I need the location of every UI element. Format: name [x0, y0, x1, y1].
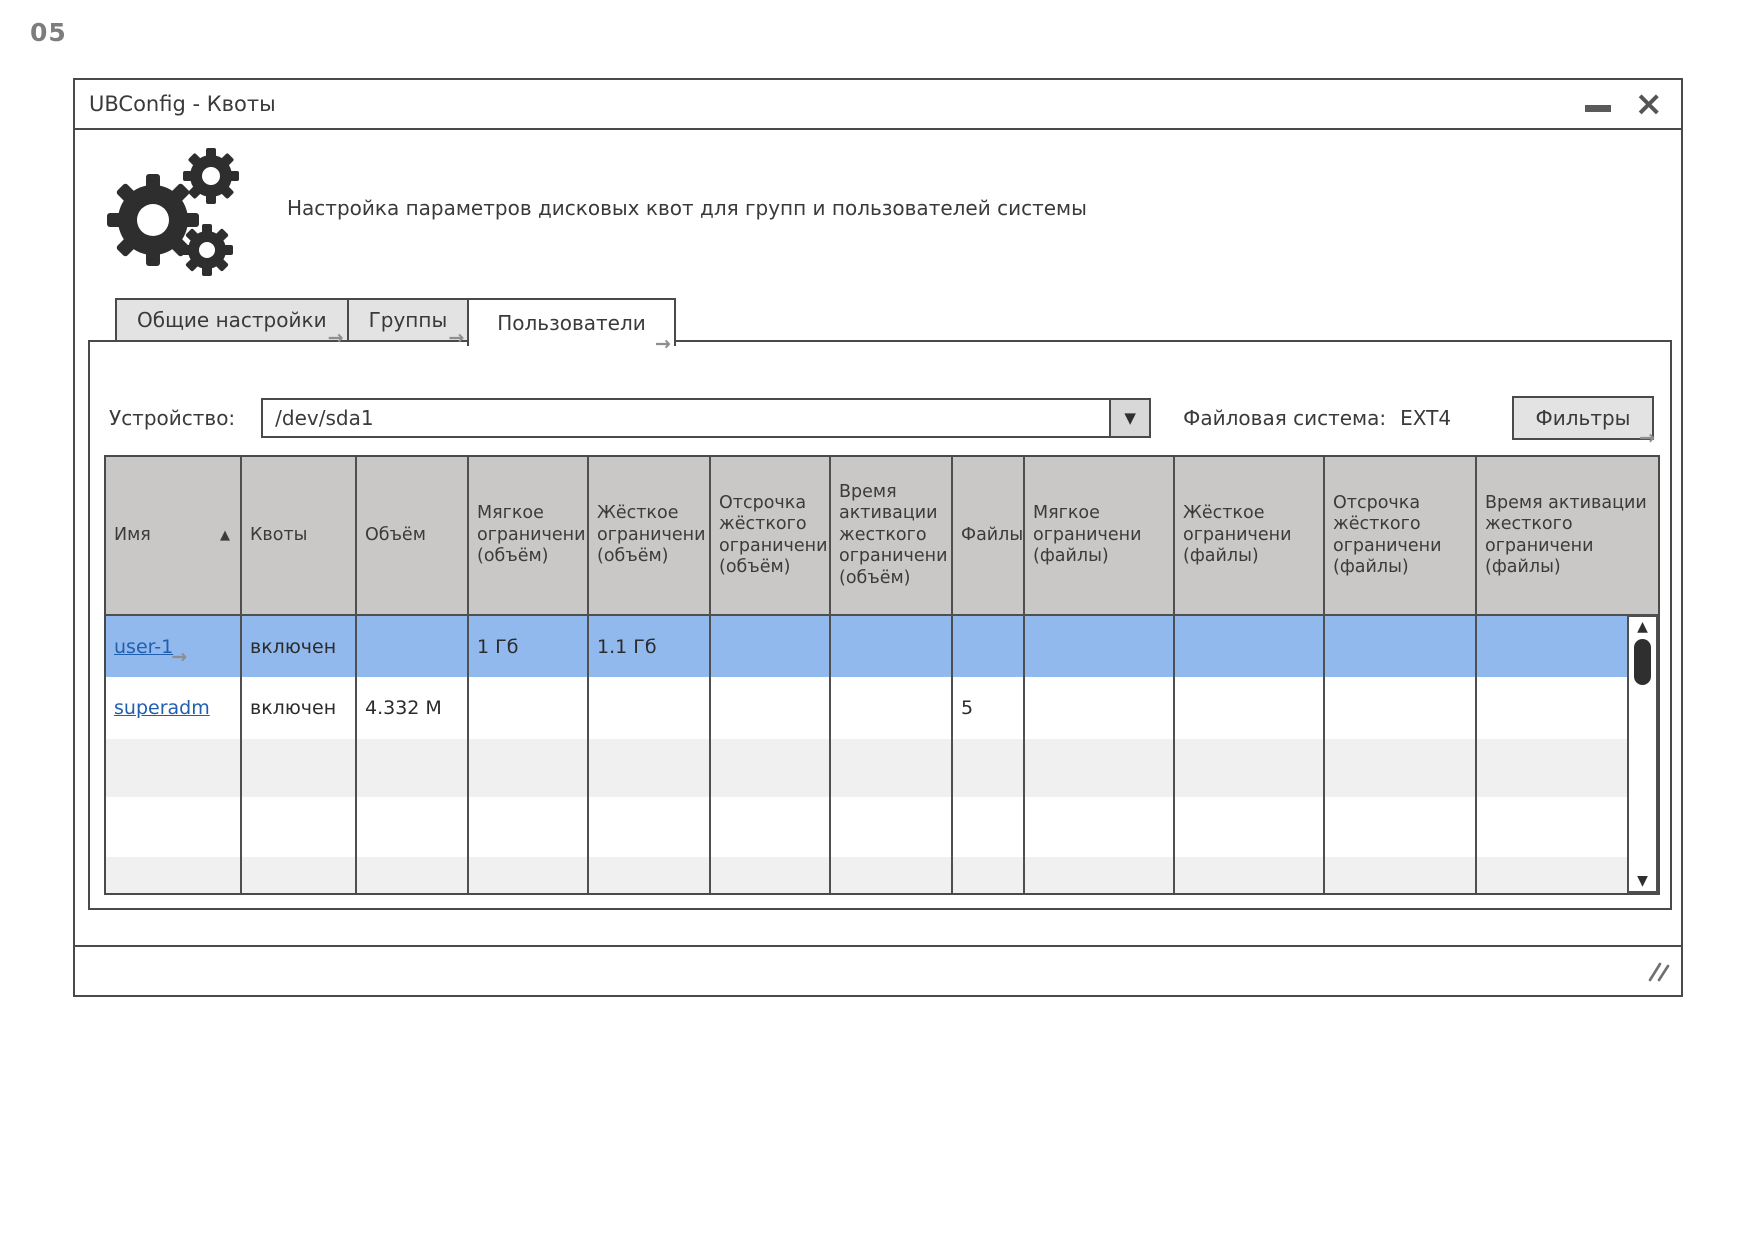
- column-header-grace-files[interactable]: Отсрочка жёсткого ограничени (файлы): [1323, 457, 1476, 616]
- filters-button[interactable]: Фильтры →: [1512, 396, 1655, 449]
- device-toolbar: Устройство: /dev/sda1 ▼ Файловая система…: [109, 396, 1655, 449]
- tab-users[interactable]: Пользователи →: [467, 298, 676, 355]
- scroll-up-icon[interactable]: ▲: [1637, 617, 1648, 637]
- empty-table-row: [106, 857, 1658, 893]
- link-arrow-icon: →: [654, 333, 671, 355]
- cell-hard-limit-volume: 1.1 Гб: [587, 615, 710, 677]
- tab-groups[interactable]: Группы →: [346, 298, 470, 349]
- user-link-label: user-1: [114, 635, 174, 658]
- cell-volume: 4.332 M: [355, 677, 468, 739]
- cell-grace-volume: [709, 677, 830, 739]
- cell-grace-files: [1323, 677, 1476, 739]
- column-header-quotas[interactable]: Квоты: [240, 457, 356, 616]
- tab-general-settings[interactable]: Общие настройки →: [115, 298, 349, 349]
- column-header-name[interactable]: Имя ▲: [106, 457, 241, 616]
- cell-hard-limit-files: [1173, 677, 1324, 739]
- cell-hard-limit-volume: [587, 677, 710, 739]
- table-row-superadm[interactable]: superadm включен 4.332 M 5: [106, 677, 1658, 739]
- cell-soft-limit-files: [1023, 615, 1174, 677]
- user-link-label: superadm: [114, 697, 210, 719]
- cell-soft-limit-volume: [467, 677, 588, 739]
- quota-table-container: Имя ▲ Квоты Объём Мягкое ограничени (объ…: [104, 455, 1660, 895]
- device-combobox-value: /dev/sda1: [275, 406, 374, 430]
- column-header-files[interactable]: Файлы: [951, 457, 1024, 616]
- vertical-scrollbar[interactable]: ▲ ▼: [1627, 615, 1658, 893]
- user-link[interactable]: user-1 →: [114, 635, 187, 668]
- users-tab-panel: Устройство: /dev/sda1 ▼ Файловая система…: [88, 340, 1672, 910]
- link-arrow-icon: →: [448, 327, 465, 349]
- cell-soft-limit-files: [1023, 677, 1174, 739]
- column-header-hard-limit-files[interactable]: Жёсткое ограничени (файлы): [1173, 457, 1324, 616]
- column-header-activation-time-volume[interactable]: Время активации жесткого ограничени (объ…: [829, 457, 952, 616]
- table-header-row: Имя ▲ Квоты Объём Мягкое ограничени (объ…: [106, 457, 1658, 616]
- empty-table-row: [106, 739, 1658, 797]
- cell-quota-status: включен: [240, 615, 356, 677]
- column-header-soft-limit-volume[interactable]: Мягкое ограничени (объём): [467, 457, 588, 616]
- cell-grace-files: [1323, 615, 1476, 677]
- minimize-icon[interactable]: [1584, 104, 1611, 112]
- filesystem-info: Файловая система: EXT4: [1183, 406, 1451, 430]
- link-arrow-icon: →: [1639, 427, 1655, 449]
- tab-label: Пользователи: [497, 311, 646, 335]
- cell-name: user-1 →: [106, 615, 241, 677]
- cell-grace-volume: [709, 615, 830, 677]
- column-header-label: Имя: [114, 524, 151, 545]
- cell-files: [951, 615, 1024, 677]
- tab-label: Группы: [368, 308, 448, 332]
- cell-hard-limit-files: [1173, 615, 1324, 677]
- user-link[interactable]: superadm: [114, 697, 210, 719]
- resize-grip-icon[interactable]: [1647, 961, 1671, 987]
- chevron-down-icon[interactable]: ▼: [1109, 400, 1150, 436]
- cell-volume: [355, 615, 468, 677]
- filesystem-label: Файловая система:: [1183, 406, 1387, 430]
- cell-name: superadm: [106, 677, 241, 739]
- column-header-activation-time-files[interactable]: Время активации жесткого ограничени (фай…: [1475, 457, 1658, 616]
- device-label: Устройство:: [109, 406, 236, 430]
- cell-activation-time-volume: [829, 677, 952, 739]
- column-header-volume[interactable]: Объём: [355, 457, 468, 616]
- filesystem-value: EXT4: [1400, 406, 1452, 430]
- tab-bar: Общие настройки → Группы → Пользователи …: [115, 298, 676, 355]
- window-controls: ×: [1584, 87, 1664, 121]
- device-combobox[interactable]: /dev/sda1 ▼: [261, 398, 1152, 438]
- tab-label: Общие настройки: [137, 308, 327, 332]
- cell-quota-status: включен: [240, 677, 356, 739]
- link-arrow-icon: →: [171, 645, 188, 668]
- close-icon[interactable]: ×: [1635, 87, 1664, 121]
- column-header-soft-limit-files[interactable]: Мягкое ограничени (файлы): [1023, 457, 1174, 616]
- app-window: UBConfig - Квоты × Настройка параметров …: [73, 78, 1683, 997]
- dialog-description: Настройка параметров дисковых квот для г…: [287, 196, 1087, 220]
- column-header-grace-volume[interactable]: Отсрочка жёсткого ограничени (объём): [709, 457, 830, 616]
- link-arrow-icon: →: [327, 327, 344, 349]
- scrollbar-thumb[interactable]: [1634, 639, 1651, 685]
- quota-table: Имя ▲ Квоты Объём Мягкое ограничени (объ…: [106, 457, 1658, 893]
- window-title: UBConfig - Квоты: [89, 92, 276, 116]
- filters-button-label: Фильтры: [1535, 406, 1631, 430]
- empty-table-row: [106, 797, 1658, 857]
- table-row-user-1-selected[interactable]: user-1 → включен 1 Гб 1.1 Гб: [106, 615, 1658, 677]
- gears-icon: [101, 142, 251, 286]
- scroll-down-icon[interactable]: ▼: [1637, 871, 1648, 891]
- page-number-label: 05: [30, 18, 67, 47]
- sort-asc-icon: ▲: [220, 527, 230, 543]
- cell-files: 5: [951, 677, 1024, 739]
- column-header-hard-limit-volume[interactable]: Жёсткое ограничени (объём): [587, 457, 710, 616]
- cell-activation-time-volume: [829, 615, 952, 677]
- status-bar: [75, 945, 1681, 995]
- cell-soft-limit-volume: 1 Гб: [467, 615, 588, 677]
- title-bar: UBConfig - Квоты ×: [75, 80, 1681, 130]
